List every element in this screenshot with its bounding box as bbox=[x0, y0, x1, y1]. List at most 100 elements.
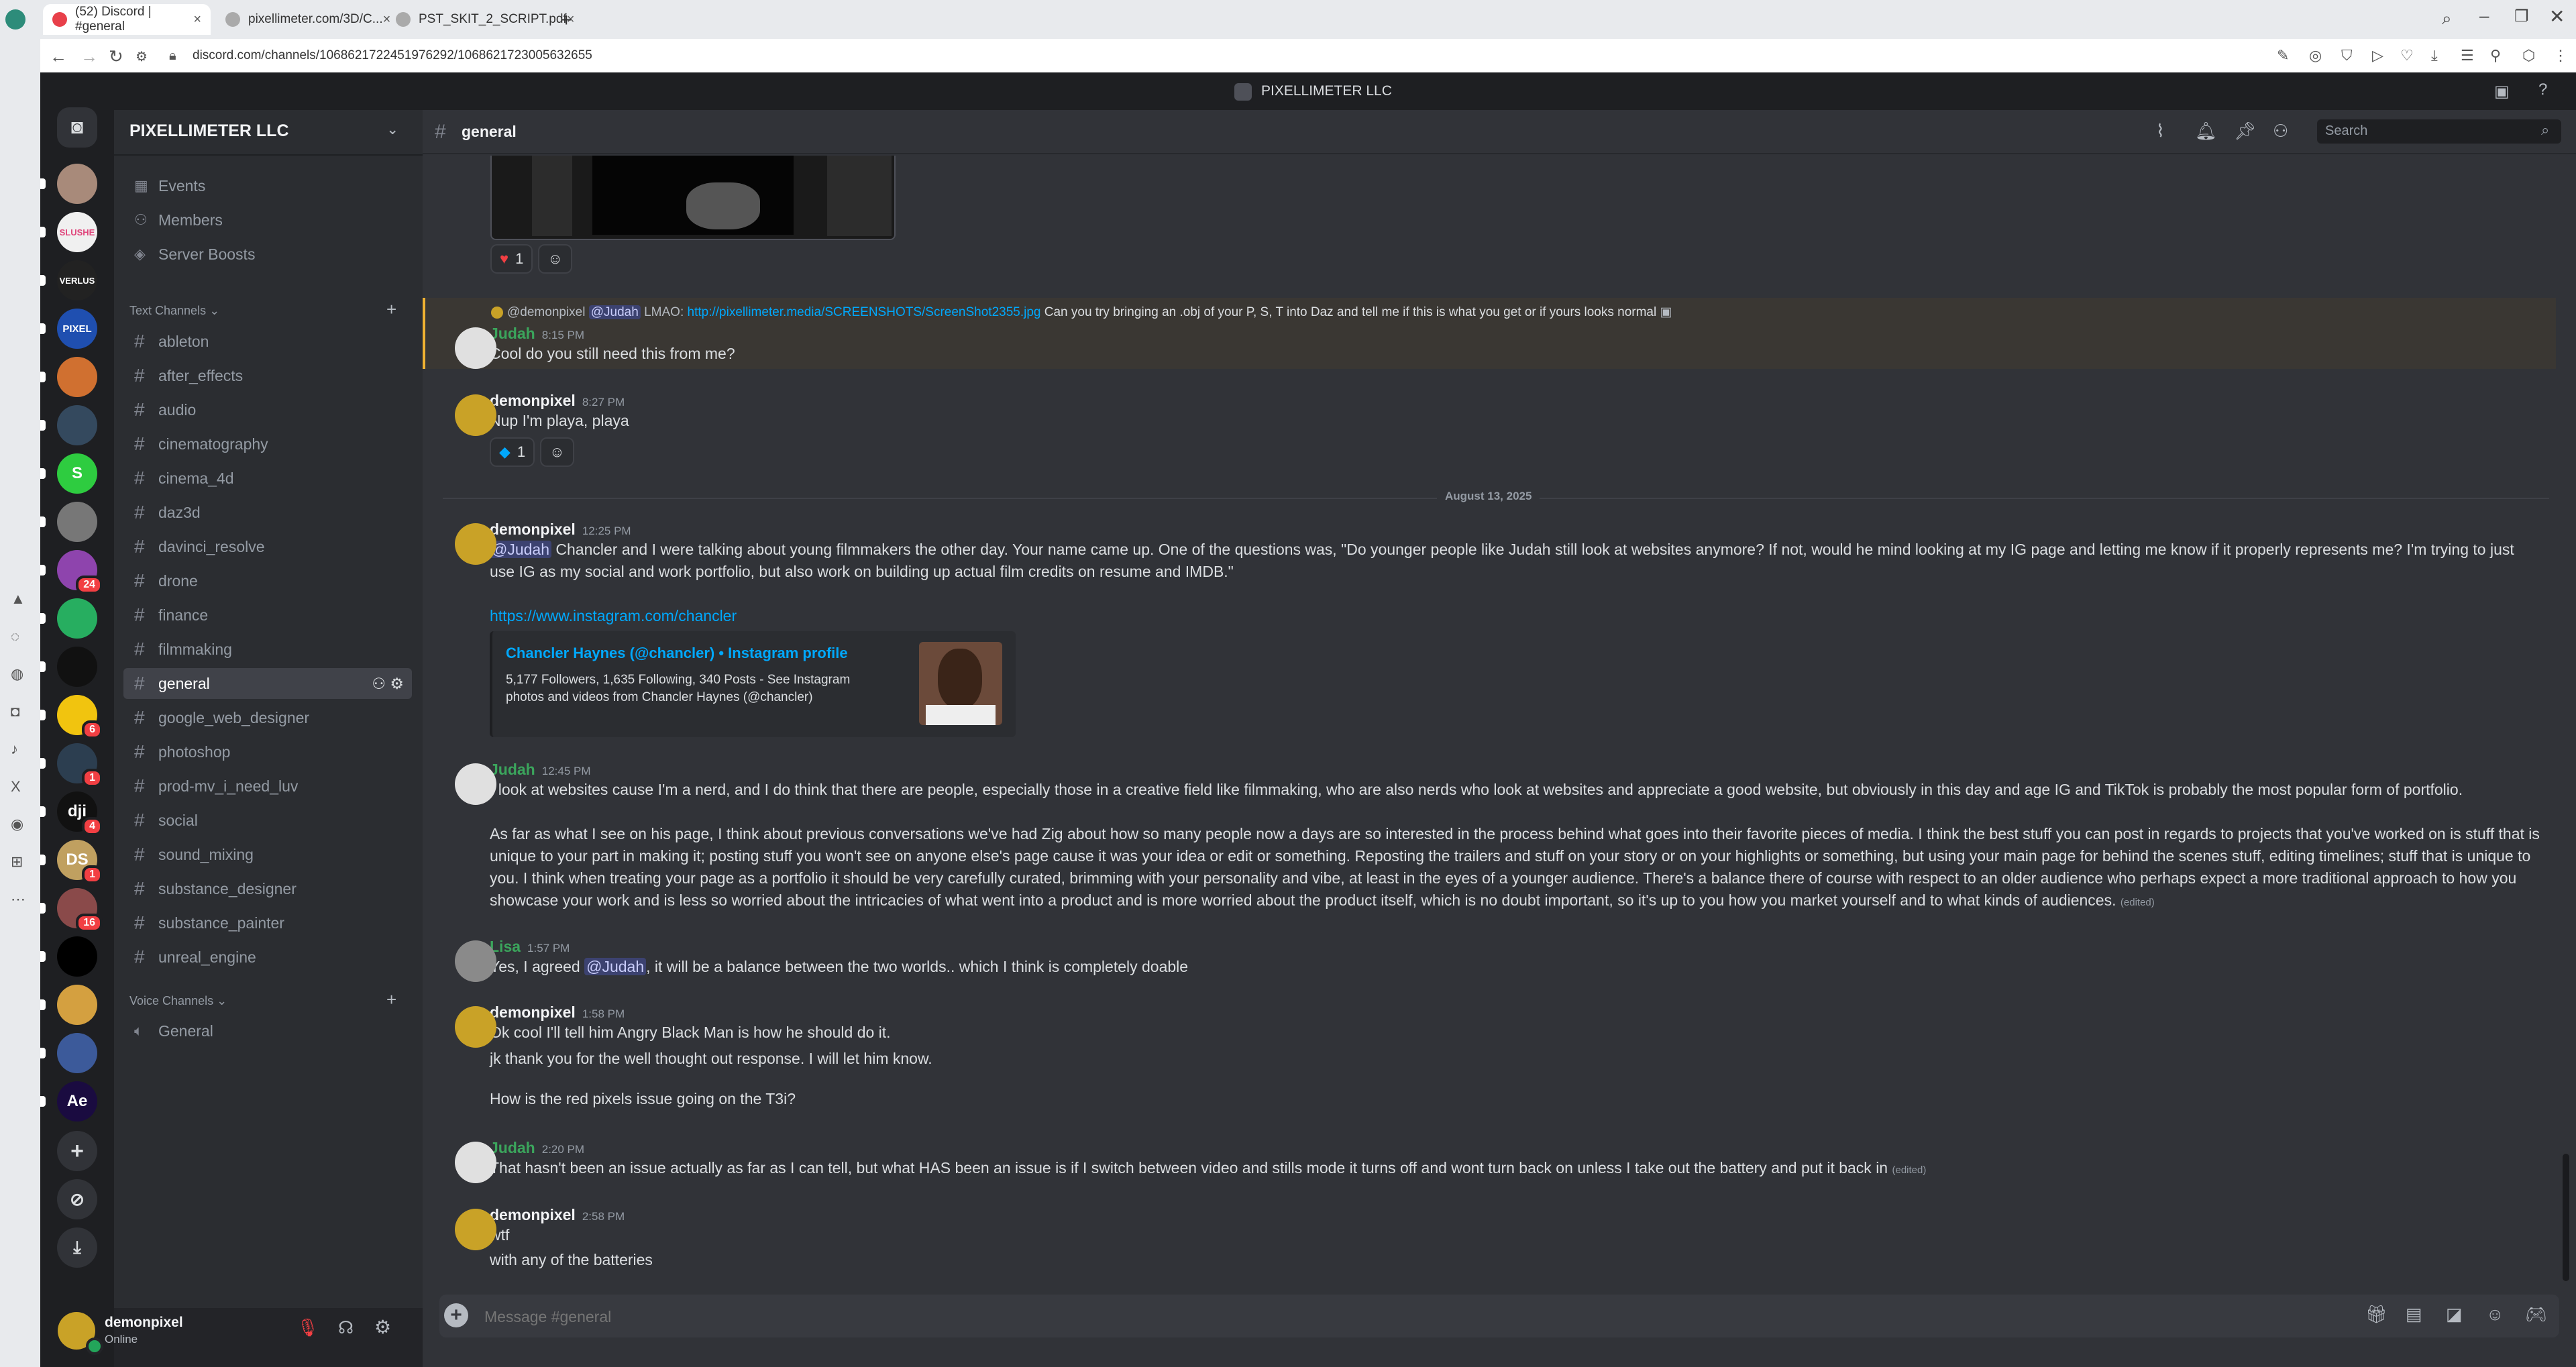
server-icon[interactable]: VERLUS bbox=[40, 260, 97, 300]
account-icon[interactable]: ⚲ bbox=[2490, 47, 2501, 64]
browser-profile-icon[interactable] bbox=[5, 9, 25, 30]
discord-side-icon[interactable]: ◉ bbox=[11, 816, 25, 833]
sidebar-item-davinci_resolve[interactable]: # davinci_resolve bbox=[123, 531, 412, 562]
sidebar-item-social[interactable]: # social bbox=[123, 805, 412, 836]
mute-mic-icon[interactable]: 🎙︎ bbox=[297, 1317, 319, 1338]
url-field[interactable]: discord.com/channels/1068621722451976292… bbox=[193, 48, 592, 63]
avatar[interactable] bbox=[455, 940, 496, 982]
message-author[interactable]: Judah bbox=[490, 325, 535, 342]
chat-scrollbar[interactable] bbox=[2563, 1154, 2569, 1281]
avatar[interactable] bbox=[455, 327, 496, 369]
headphones-icon[interactable]: ☊ bbox=[338, 1317, 354, 1338]
avatar[interactable] bbox=[455, 763, 496, 805]
chevron-down-icon[interactable]: ⌄ bbox=[386, 121, 398, 138]
sidebar-item-boosts[interactable]: ◈ Server Boosts bbox=[123, 239, 412, 270]
message-author[interactable]: demonpixel bbox=[490, 521, 576, 538]
more-icon[interactable]: ⋯ bbox=[11, 891, 25, 908]
message-author[interactable]: demonpixel bbox=[490, 1206, 576, 1223]
text-channels-category[interactable]: Text Channels ⌄ bbox=[129, 304, 219, 318]
sidebar-item-unreal_engine[interactable]: # unreal_engine bbox=[123, 942, 412, 973]
whatsapp-icon[interactable]: ◍ bbox=[11, 665, 25, 683]
user-name[interactable]: demonpixel bbox=[105, 1315, 183, 1331]
server-icon[interactable] bbox=[40, 936, 97, 977]
server-icon[interactable] bbox=[40, 502, 97, 542]
avatar[interactable] bbox=[455, 1209, 496, 1250]
message-author[interactable]: demonpixel bbox=[490, 392, 576, 409]
tab-pixellimeter[interactable]: pixellimeter.com/3D/C... × bbox=[216, 4, 390, 35]
message-input[interactable] bbox=[483, 1304, 2284, 1329]
sidebar-item-prod-mv_i_need_luv[interactable]: # prod-mv_i_need_luv bbox=[123, 771, 412, 802]
sidebar-item-cinema_4d[interactable]: # cinema_4d bbox=[123, 463, 412, 494]
heart-icon[interactable]: ♡ bbox=[2400, 47, 2414, 64]
server-icon[interactable] bbox=[40, 357, 97, 397]
server-icon[interactable]: PIXEL bbox=[40, 309, 97, 349]
instagram-link[interactable]: https://www.instagram.com/chancler bbox=[490, 605, 2542, 627]
add-server-icon[interactable]: + bbox=[57, 1131, 97, 1171]
edit-icon[interactable]: ✎ bbox=[2277, 47, 2289, 64]
server-icon[interactable]: 16 bbox=[40, 888, 103, 932]
add-attachment-icon[interactable]: + bbox=[444, 1303, 468, 1327]
server-icon[interactable] bbox=[40, 1033, 97, 1073]
sidebar-item-filmmaking[interactable]: # filmmaking bbox=[123, 634, 412, 665]
sidebar-item-substance_painter[interactable]: # substance_painter bbox=[123, 908, 412, 938]
server-icon[interactable]: dji 4 bbox=[40, 791, 103, 836]
gem-reaction[interactable]: ◆ 1 bbox=[490, 437, 535, 467]
download-apps-icon[interactable]: ⤓ bbox=[57, 1227, 97, 1268]
play-icon[interactable]: ▷ bbox=[2372, 47, 2383, 64]
sidebar-item-drone[interactable]: # drone bbox=[123, 565, 412, 596]
avatar[interactable] bbox=[455, 523, 496, 565]
menu-icon[interactable]: ⋮ bbox=[2553, 47, 2568, 64]
gif-icon[interactable]: ▤ bbox=[2406, 1304, 2422, 1325]
sticker-icon[interactable]: ◪ bbox=[2446, 1304, 2463, 1325]
add-reaction-button[interactable]: ☺ bbox=[538, 244, 572, 274]
create-voice-channel-button[interactable]: + bbox=[386, 989, 396, 1010]
voice-channels-category[interactable]: Voice Channels ⌄ bbox=[129, 994, 227, 1008]
server-icon[interactable] bbox=[40, 405, 97, 445]
message-author[interactable]: Judah bbox=[490, 761, 535, 778]
server-icon[interactable]: Ae bbox=[40, 1081, 97, 1122]
server-icon[interactable]: S bbox=[40, 453, 97, 494]
new-tab-button[interactable]: + bbox=[561, 9, 572, 31]
forward-button[interactable]: → bbox=[80, 46, 98, 67]
server-icon[interactable]: 24 bbox=[40, 550, 103, 594]
shield-icon[interactable]: ⛉ bbox=[2341, 47, 2353, 64]
server-icon[interactable]: SLUSHE bbox=[40, 212, 97, 252]
tab-pdf[interactable]: PST_SKIT_2_SCRIPT.pdf × bbox=[386, 4, 574, 35]
embed-title[interactable]: Chancler Haynes (@chancler) • Instagram … bbox=[506, 645, 848, 662]
close-window-button[interactable]: ✕ bbox=[2549, 5, 2565, 28]
tab-close-icon[interactable]: × bbox=[193, 12, 201, 28]
sidebar-item-photoshop[interactable]: # photoshop bbox=[123, 736, 412, 767]
create-channel-button[interactable]: + bbox=[386, 299, 396, 320]
channel-settings-icon[interactable]: ⚇ ⚙ bbox=[372, 675, 404, 693]
inbox-icon[interactable]: ▣ bbox=[2494, 82, 2510, 101]
sidebar-item-members[interactable]: ⚇ Members bbox=[123, 205, 412, 235]
server-icon[interactable]: 1 bbox=[40, 743, 103, 787]
heart-reaction[interactable]: ♥ 1 bbox=[490, 244, 533, 274]
reply-preview[interactable]: @demonpixel @Judah LMAO: http://pixellim… bbox=[491, 305, 1672, 320]
sidebar-item-ableton[interactable]: # ableton bbox=[123, 326, 412, 357]
message-author[interactable]: demonpixel bbox=[490, 1003, 576, 1021]
activities-icon[interactable]: 🎮︎ bbox=[2525, 1304, 2547, 1325]
pin-icon[interactable]: 📌︎ bbox=[2234, 121, 2256, 142]
download-icon[interactable]: ⤓ bbox=[2431, 47, 2438, 64]
avatar[interactable] bbox=[455, 1006, 496, 1048]
sidebar-app-icon[interactable]: ▲ bbox=[11, 590, 25, 608]
add-reaction-button[interactable]: ☺ bbox=[540, 437, 574, 467]
voice-channel-general[interactable]: 🔈︎ General bbox=[123, 1016, 412, 1046]
emoji-icon[interactable]: ☺ bbox=[2486, 1304, 2504, 1325]
server-name-header[interactable]: PIXELLIMETER LLC bbox=[129, 121, 289, 141]
sidebar-item-finance[interactable]: # finance bbox=[123, 600, 412, 631]
server-icon[interactable] bbox=[40, 164, 97, 204]
discord-home-icon[interactable]: ◙ bbox=[57, 107, 97, 148]
help-icon[interactable]: ? bbox=[2538, 80, 2547, 99]
messenger-icon[interactable]: ◌ bbox=[11, 628, 25, 645]
sidebar-item-events[interactable]: ▦ Events bbox=[123, 170, 412, 201]
message-author[interactable]: Judah bbox=[490, 1139, 535, 1156]
apps-icon[interactable]: ⊞ bbox=[11, 853, 25, 871]
tab-list-icon[interactable]: ☰ bbox=[2461, 47, 2474, 64]
avatar[interactable] bbox=[455, 1142, 496, 1183]
sidebar-item-daz3d[interactable]: # daz3d bbox=[123, 497, 412, 528]
restore-button[interactable]: ❐ bbox=[2514, 7, 2529, 26]
instagram-icon[interactable]: ◘ bbox=[11, 703, 25, 720]
server-icon[interactable] bbox=[40, 985, 97, 1025]
